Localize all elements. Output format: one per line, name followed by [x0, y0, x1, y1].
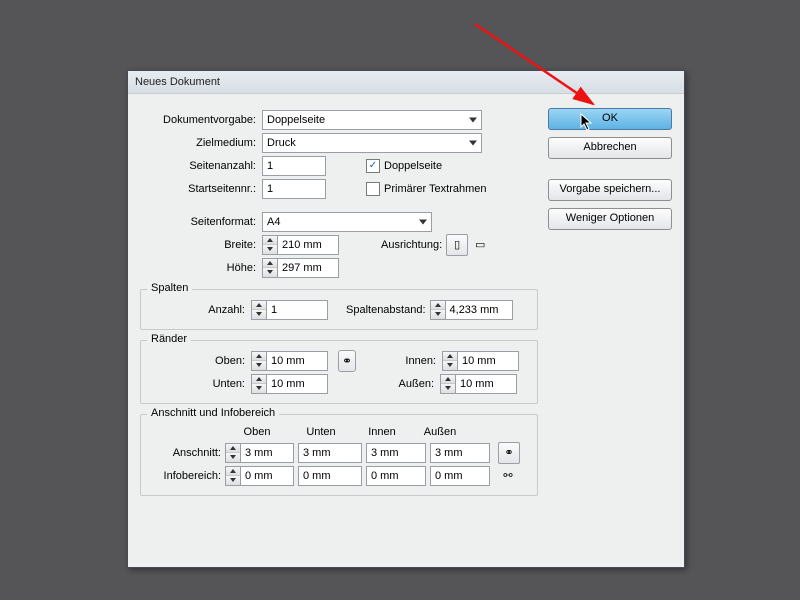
- width-input[interactable]: 210 mm: [278, 235, 339, 255]
- height-input[interactable]: 297 mm: [278, 258, 339, 278]
- slug-outside-input[interactable]: 0 mm: [430, 466, 490, 486]
- pages-label: Seitenanzahl:: [140, 160, 262, 172]
- columns-legend: Spalten: [147, 282, 192, 294]
- dialog-title: Neues Dokument: [135, 76, 220, 88]
- margin-bottom-stepper[interactable]: [251, 374, 267, 394]
- margins-fieldset: Ränder Oben: 10 mm ⚭ Innen: 10 mm: [140, 340, 538, 404]
- bleed-legend: Anschnitt und Infobereich: [147, 407, 279, 419]
- margin-top-input[interactable]: 10 mm: [267, 351, 328, 371]
- primary-textframe-checkbox[interactable]: [366, 182, 380, 196]
- margins-link-icon[interactable]: ⚭: [338, 350, 356, 372]
- pagesize-label: Seitenformat:: [140, 216, 262, 228]
- preset-combo[interactable]: Doppelseite: [262, 110, 482, 130]
- dialog-titlebar[interactable]: Neues Dokument: [128, 71, 684, 94]
- gutter-stepper[interactable]: [430, 300, 446, 320]
- intent-label: Zielmedium:: [140, 137, 262, 149]
- bleed-link-icon[interactable]: ⚭: [498, 442, 520, 464]
- bleed-fieldset: Anschnitt und Infobereich Oben Unten Inn…: [140, 414, 538, 496]
- column-count-stepper[interactable]: [251, 300, 267, 320]
- fewer-options-button[interactable]: Weniger Optionen: [548, 208, 672, 230]
- ok-button[interactable]: OK: [548, 108, 672, 130]
- margin-inside-input[interactable]: 10 mm: [458, 351, 519, 371]
- slug-row-label: Infobereich:: [145, 470, 225, 482]
- width-label: Breite:: [140, 239, 262, 251]
- orientation-portrait-icon[interactable]: ▯: [446, 234, 468, 256]
- margin-inside-label: Innen:: [386, 355, 442, 367]
- orientation-label: Ausrichtung:: [381, 239, 442, 251]
- primary-textframe-label: Primärer Textrahmen: [384, 183, 487, 195]
- bleed-inside-input[interactable]: 3 mm: [366, 443, 426, 463]
- bleed-row-label: Anschnitt:: [145, 447, 225, 459]
- slug-top-input[interactable]: 0 mm: [241, 466, 294, 486]
- pages-input[interactable]: 1: [262, 156, 326, 176]
- preset-label: Dokumentvorgabe:: [140, 114, 262, 126]
- new-document-dialog: Neues Dokument Dokumentvorgabe: Doppelse…: [127, 70, 685, 568]
- columns-fieldset: Spalten Anzahl: 1 Spaltenabstand: 4,233 …: [140, 289, 538, 330]
- bleed-col-outside: Außen: [411, 426, 469, 438]
- chevron-down-icon: [469, 117, 477, 122]
- gutter-label: Spaltenabstand:: [346, 304, 426, 316]
- margin-top-label: Oben:: [145, 355, 251, 367]
- facing-pages-checkbox[interactable]: ✓: [366, 159, 380, 173]
- margin-outside-stepper[interactable]: [440, 374, 456, 394]
- pagesize-combo[interactable]: A4: [262, 212, 432, 232]
- preset-value: Doppelseite: [267, 114, 325, 126]
- bleed-top-input[interactable]: 3 mm: [241, 443, 294, 463]
- margin-inside-stepper[interactable]: [442, 351, 458, 371]
- save-preset-button[interactable]: Vorgabe speichern...: [548, 179, 672, 201]
- bleed-col-inside: Innen: [353, 426, 411, 438]
- bleed-top-stepper[interactable]: [225, 443, 241, 463]
- column-count-input[interactable]: 1: [267, 300, 328, 320]
- column-count-label: Anzahl:: [145, 304, 251, 316]
- chevron-down-icon: [469, 140, 477, 145]
- margins-legend: Ränder: [147, 333, 191, 345]
- margin-bottom-input[interactable]: 10 mm: [267, 374, 328, 394]
- intent-combo[interactable]: Druck: [262, 133, 482, 153]
- slug-bottom-input[interactable]: 0 mm: [298, 466, 362, 486]
- chevron-down-icon: [419, 219, 427, 224]
- bleed-outside-input[interactable]: 3 mm: [430, 443, 490, 463]
- margin-bottom-label: Unten:: [145, 378, 251, 390]
- facing-pages-label: Doppelseite: [384, 160, 442, 172]
- height-label: Höhe:: [140, 262, 262, 274]
- cursor-icon: [580, 113, 594, 134]
- gutter-input[interactable]: 4,233 mm: [446, 300, 513, 320]
- bleed-col-top: Oben: [225, 426, 289, 438]
- margin-outside-input[interactable]: 10 mm: [456, 374, 517, 394]
- startpage-label: Startseitennr.:: [140, 183, 262, 195]
- startpage-input[interactable]: 1: [262, 179, 326, 199]
- margin-top-stepper[interactable]: [251, 351, 267, 371]
- orientation-landscape-icon[interactable]: ▭: [470, 235, 490, 255]
- width-stepper[interactable]: [262, 235, 278, 255]
- bleed-col-bottom: Unten: [289, 426, 353, 438]
- slug-inside-input[interactable]: 0 mm: [366, 466, 426, 486]
- slug-link-icon[interactable]: ⚯: [498, 466, 518, 486]
- margin-outside-label: Außen:: [384, 378, 440, 390]
- height-stepper[interactable]: [262, 258, 278, 278]
- slug-top-stepper[interactable]: [225, 466, 241, 486]
- pagesize-value: A4: [267, 216, 280, 228]
- intent-value: Druck: [267, 137, 296, 149]
- cancel-button[interactable]: Abbrechen: [548, 137, 672, 159]
- bleed-bottom-input[interactable]: 3 mm: [298, 443, 362, 463]
